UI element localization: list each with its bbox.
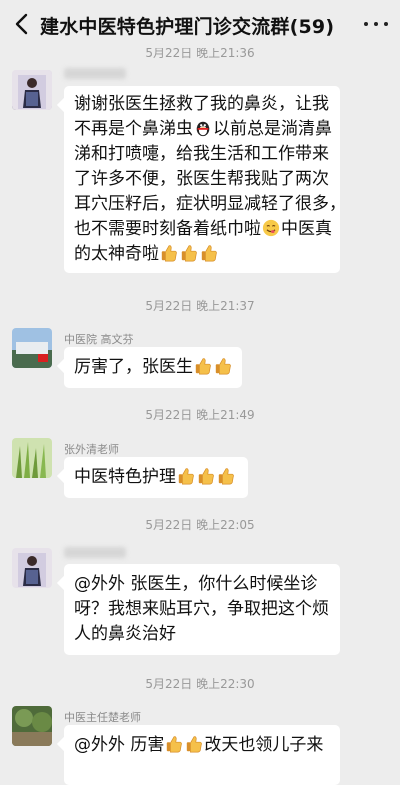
more-dots-icon[interactable] [364,14,388,34]
message-line: @外外 张医生，你什么时候坐诊 [74,574,318,594]
message-line: 也不需要时刻备着纸巾啦 中医真 [74,219,332,239]
avatar[interactable] [12,438,52,478]
blurred-sender [64,547,126,558]
message-line: @外外 历害 改天也领儿子来 [74,735,324,755]
thumbs-up-icon [165,735,183,753]
chat-area[interactable]: 5月22日 晚上21:36 谢谢张医生拯救了我的鼻炎，让我 不再是个鼻涕虫 以前总… [0,0,400,785]
message-bubble[interactable]: @外外 历害 改天也领儿子来 [64,725,340,785]
thumbs-up-icon [180,244,198,262]
message-line: 不再是个鼻涕虫 以前总是淌清鼻 [74,119,332,139]
sender-name: 中医主任楚老师 [64,711,141,724]
message-line: 耳穴压籽后，症状明显减轻了很多， [74,194,346,214]
timestamp: 5月22日 晚上21:49 [145,408,255,422]
avatar-image [12,328,52,368]
message-bubble[interactable]: 谢谢张医生拯救了我的鼻炎，让我 不再是个鼻涕虫 以前总是淌清鼻 涕和打喷嚏，给我生… [64,86,346,273]
avatar-image [12,438,52,478]
avatar-image [12,548,52,588]
yum-emoji-icon [262,219,280,237]
avatar-image [12,706,52,746]
avatar-image [12,70,52,110]
title-bar: 建水中医特色护理门诊交流群(59) [0,0,400,48]
thumbs-up-icon [217,467,235,485]
message-line: 中医特色护理 [74,465,238,490]
message-line: 厉害了，张医生 [74,355,232,380]
chat-title: 建水中医特色护理门诊交流群(59) [40,16,335,38]
message-line: 涕和打喷嚏，给我生活和工作带来 [74,144,329,164]
avatar[interactable] [12,548,52,588]
avatar[interactable] [12,706,52,746]
thumbs-up-icon [214,357,232,375]
message-line: 谢谢张医生拯救了我的鼻炎，让我 [74,94,329,114]
timestamp: 5月22日 晚上22:05 [145,518,255,532]
thumbs-up-icon [194,357,212,375]
sender-name: 中医院 高文芬 [64,333,134,346]
message-line: 呀？我想来贴耳穴，争取把这个烦 [74,599,329,619]
penguin-emoji-icon [194,119,212,137]
thumbs-up-icon [200,244,218,262]
timestamp: 5月22日 晚上21:37 [145,299,255,313]
message-line: 的太神奇啦 [74,242,330,267]
blurred-sender [64,68,126,79]
message-bubble[interactable]: 中医特色护理 [64,457,248,498]
avatar[interactable] [12,70,52,110]
timestamp: 5月22日 晚上22:30 [145,677,255,691]
thumbs-up-icon [160,244,178,262]
message-bubble[interactable]: 厉害了，张医生 [64,347,242,388]
message-bubble[interactable]: @外外 张医生，你什么时候坐诊 呀？我想来贴耳穴，争取把这个烦 人的鼻炎治好 [64,564,340,655]
sender-name: 张外清老师 [64,443,119,456]
thumbs-up-icon [185,735,203,753]
message-line: 了许多不便，张医生帮我贴了两次 [74,169,329,189]
thumbs-up-icon [177,467,195,485]
avatar[interactable] [12,328,52,368]
thumbs-up-icon [197,467,215,485]
message-line: 人的鼻炎治好 [74,624,176,644]
chevron-left-icon[interactable] [12,12,32,36]
